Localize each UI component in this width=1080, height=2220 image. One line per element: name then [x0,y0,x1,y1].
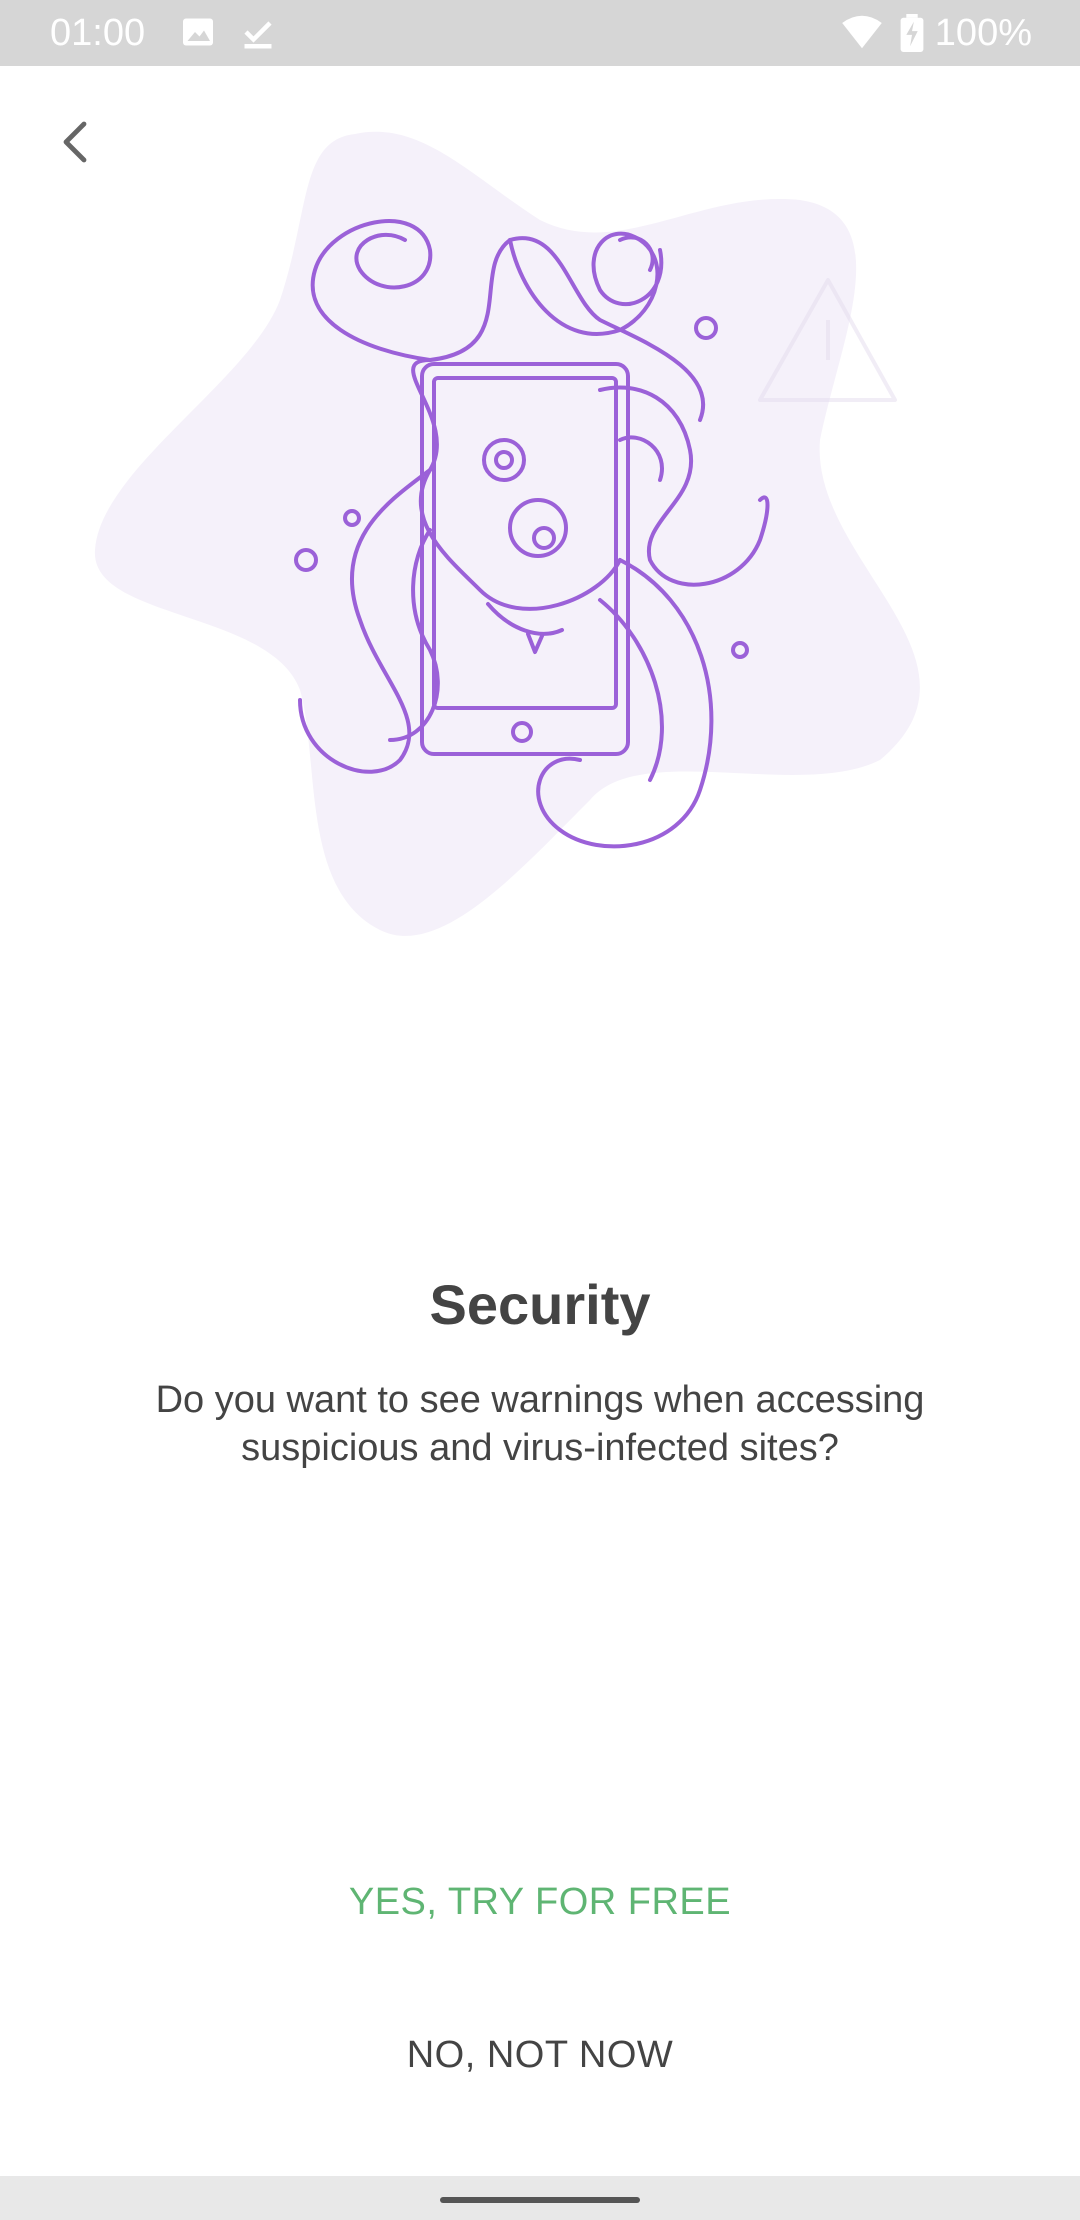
status-bar: 01:00 100% [0,0,1080,66]
not-now-button[interactable]: NO, NOT NOW [240,2005,840,2105]
image-icon [180,14,216,55]
security-illustration [0,66,1080,966]
download-done-icon [240,14,276,55]
battery-charging-icon [900,14,924,57]
wifi-icon [840,14,884,55]
battery-percentage: 100% [934,12,1032,54]
status-time: 01:00 [50,12,146,54]
navigation-bar [0,2176,1080,2220]
page-title: Security [429,1273,651,1336]
page-description: Do you want to see warnings when accessi… [155,1379,925,1469]
illustration-blob [94,131,920,936]
home-gesture-handle[interactable] [440,2197,640,2203]
try-for-free-button[interactable]: YES, TRY FOR FREE [240,1852,840,1952]
